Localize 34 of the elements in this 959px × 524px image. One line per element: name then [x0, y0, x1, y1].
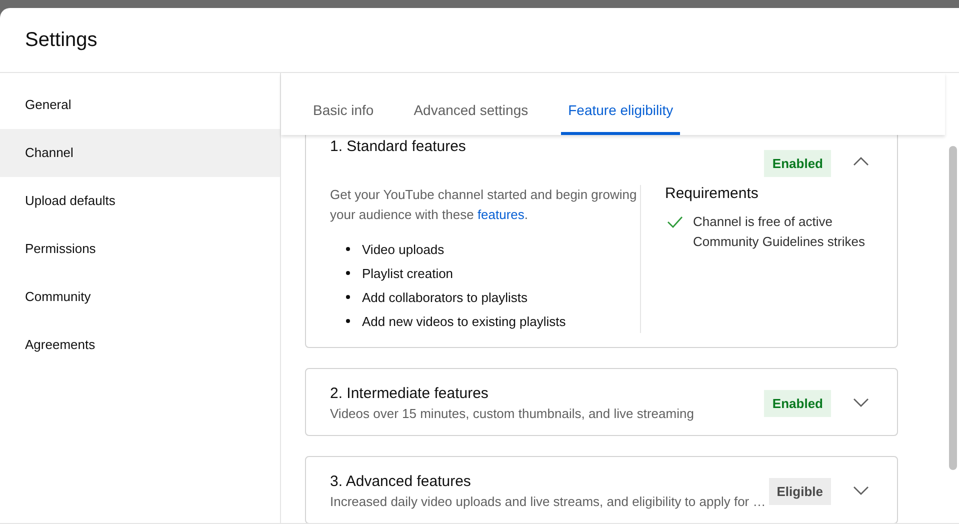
status-label: Enabled — [764, 390, 831, 416]
chevron-up-icon[interactable] — [853, 156, 869, 166]
feature-item: Add new videos to existing playlists — [362, 314, 566, 328]
description-text: Get your YouTube channel started and begin growing your audience with these features. — [330, 186, 638, 224]
scrollbar[interactable] — [949, 146, 957, 470]
bullet-icon — [346, 295, 350, 299]
tab[interactable]: Basic info — [306, 102, 381, 135]
status-label: Enabled — [764, 150, 831, 177]
sidebar-item[interactable]: Permissions — [0, 225, 280, 273]
sidebar-item[interactable]: Community — [0, 273, 280, 321]
chevron-down-icon[interactable] — [853, 398, 869, 408]
features-link[interactable]: features — [477, 207, 524, 222]
bullet-icon — [346, 247, 350, 251]
card-title: 3. Advanced features — [330, 473, 472, 490]
feature-item: Add collaborators to playlists — [362, 290, 528, 304]
bullet-icon — [346, 271, 350, 275]
card-title: 2. Intermediate features — [330, 385, 490, 402]
status-label: Eligible — [768, 478, 831, 504]
requirement-text: Channel is free of active Community Guidelines strikes — [693, 213, 866, 251]
tab[interactable]: Advanced settings — [406, 102, 536, 135]
feature-item: Video uploads — [362, 242, 444, 256]
sidebar-item[interactable]: Channel — [0, 129, 280, 177]
card-title: 1. Standard features — [330, 138, 467, 155]
sidebar-item[interactable]: General — [0, 81, 280, 129]
sidebar-item[interactable]: Upload defaults — [0, 177, 280, 225]
tab[interactable]: Feature eligibility — [561, 102, 680, 135]
chevron-down-icon[interactable] — [853, 486, 869, 496]
dialog-title: Settings — [25, 28, 98, 52]
feature-item: Playlist creation — [362, 266, 454, 280]
card-subtitle: Increased daily video uploads and live streams, and eligibility to apply for … — [330, 494, 767, 509]
card-subtitle: Videos over 15 minutes, custom thumbnails, and live streaming — [330, 406, 695, 421]
requirements-heading: Requirements — [665, 185, 760, 202]
sidebar-item[interactable]: Agreements — [0, 321, 280, 369]
bullet-icon — [346, 319, 350, 323]
